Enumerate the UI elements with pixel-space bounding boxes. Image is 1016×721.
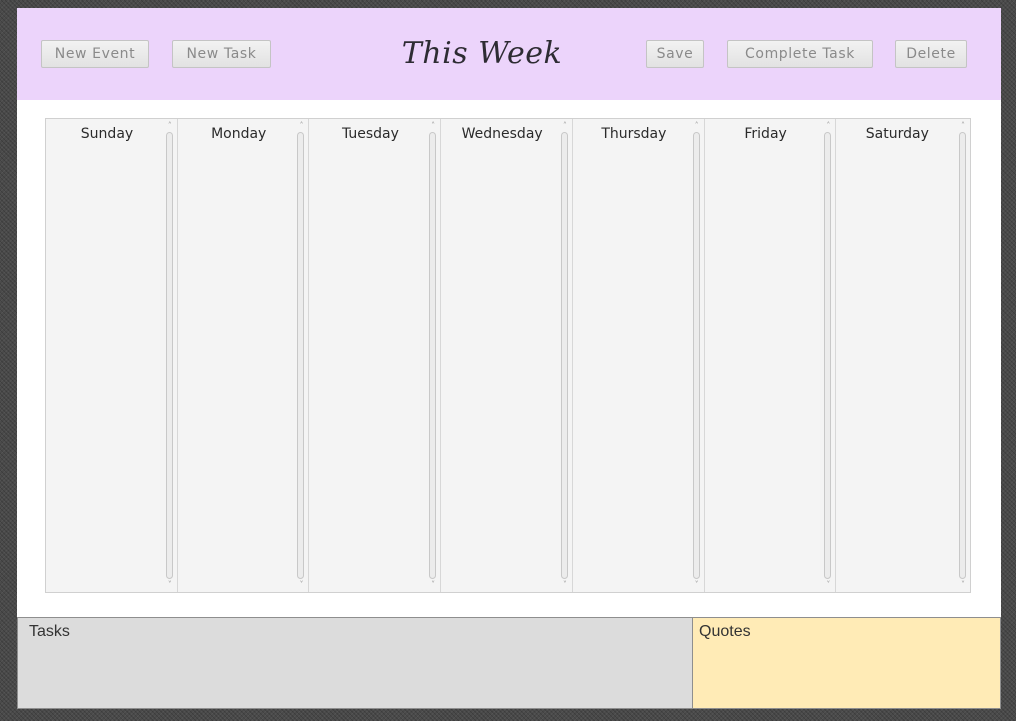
new-event-button[interactable]: New Event xyxy=(41,40,149,68)
scroll-up-icon[interactable]: ˄ xyxy=(823,121,833,131)
scroll-track[interactable] xyxy=(824,132,832,579)
scroll-down-icon[interactable]: ˅ xyxy=(560,580,570,590)
header-bar: New Event New Task This Week Save Comple… xyxy=(17,8,1001,100)
scroll-track[interactable] xyxy=(692,132,700,579)
scrollbar[interactable]: ˄ ˅ xyxy=(560,121,570,590)
day-column-monday[interactable]: Monday ˄ ˅ xyxy=(178,119,310,592)
day-column-saturday[interactable]: Saturday ˄ ˅ xyxy=(836,119,970,592)
scroll-up-icon[interactable]: ˄ xyxy=(428,121,438,131)
scroll-down-icon[interactable]: ˅ xyxy=(692,580,702,590)
quotes-label: Quotes xyxy=(699,623,751,640)
day-column-wednesday[interactable]: Wednesday ˄ ˅ xyxy=(441,119,573,592)
scroll-down-icon[interactable]: ˅ xyxy=(428,580,438,590)
scroll-track[interactable] xyxy=(959,132,967,579)
scroll-track[interactable] xyxy=(429,132,437,579)
scrollbar[interactable]: ˄ ˅ xyxy=(958,121,968,590)
day-column-thursday[interactable]: Thursday ˄ ˅ xyxy=(573,119,705,592)
scroll-up-icon[interactable]: ˄ xyxy=(958,121,968,131)
page-title: This Week xyxy=(401,36,563,71)
day-label: Thursday xyxy=(601,126,667,142)
scrollbar[interactable]: ˄ ˅ xyxy=(296,121,306,590)
day-label: Tuesday xyxy=(341,126,399,142)
delete-button[interactable]: Delete xyxy=(895,40,967,68)
save-button[interactable]: Save xyxy=(646,40,704,68)
day-label: Monday xyxy=(211,126,267,142)
scroll-up-icon[interactable]: ˄ xyxy=(692,121,702,131)
day-label: Saturday xyxy=(865,126,929,142)
day-label: Friday xyxy=(744,126,787,142)
scroll-down-icon[interactable]: ˅ xyxy=(165,580,175,590)
day-label: Wednesday xyxy=(461,126,543,142)
scroll-track[interactable] xyxy=(560,132,568,579)
scrollbar[interactable]: ˄ ˅ xyxy=(823,121,833,590)
scroll-up-icon[interactable]: ˄ xyxy=(560,121,570,131)
day-column-sunday[interactable]: Sunday ˄ ˅ xyxy=(46,119,178,592)
scroll-down-icon[interactable]: ˅ xyxy=(296,580,306,590)
scroll-track[interactable] xyxy=(297,132,305,579)
scroll-down-icon[interactable]: ˅ xyxy=(958,580,968,590)
day-column-tuesday[interactable]: Tuesday ˄ ˅ xyxy=(309,119,442,592)
scrollbar[interactable]: ˄ ˅ xyxy=(165,121,175,590)
week-columns: Sunday ˄ ˅ Monday ˄ ˅ Tuesday ˄ ˅ Wednes… xyxy=(45,118,971,593)
scrollbar[interactable]: ˄ ˅ xyxy=(428,121,438,590)
quotes-panel[interactable]: Quotes xyxy=(692,617,1001,709)
tasks-label: Tasks xyxy=(29,623,70,640)
scroll-down-icon[interactable]: ˅ xyxy=(823,580,833,590)
scroll-up-icon[interactable]: ˄ xyxy=(165,121,175,131)
complete-task-button[interactable]: Complete Task xyxy=(727,40,873,68)
scrollbar[interactable]: ˄ ˅ xyxy=(692,121,702,590)
day-label: Sunday xyxy=(80,126,134,142)
tasks-panel[interactable]: Tasks xyxy=(17,617,693,709)
new-task-button[interactable]: New Task xyxy=(172,40,271,68)
scroll-track[interactable] xyxy=(165,132,173,579)
day-column-friday[interactable]: Friday ˄ ˅ xyxy=(705,119,837,592)
scroll-up-icon[interactable]: ˄ xyxy=(296,121,306,131)
planner-window: New Event New Task This Week Save Comple… xyxy=(17,8,1001,709)
